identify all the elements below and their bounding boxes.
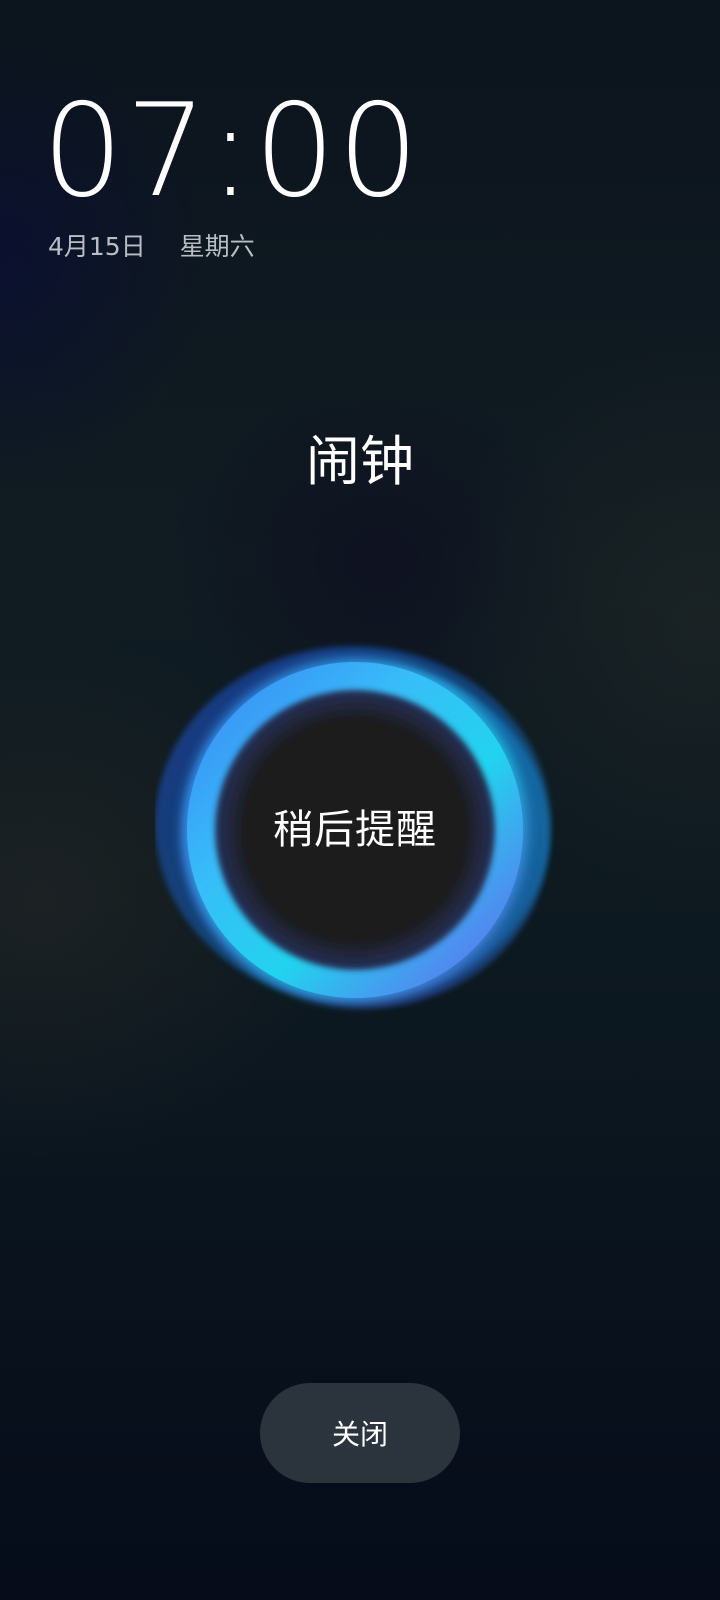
snooze-button[interactable]: 稍后提醒 [155,640,555,1020]
snooze-label: 稍后提醒 [273,807,437,853]
date-row: 4月15日 星期六 [48,232,255,262]
alarm-title: 闹钟 [306,430,414,493]
clock-time: 07:00 [42,77,421,226]
weekday-label: 星期六 [179,232,255,261]
close-label: 关闭 [331,1418,388,1451]
close-button[interactable]: 关闭 [260,1383,460,1483]
date-label: 4月15日 [48,232,146,261]
